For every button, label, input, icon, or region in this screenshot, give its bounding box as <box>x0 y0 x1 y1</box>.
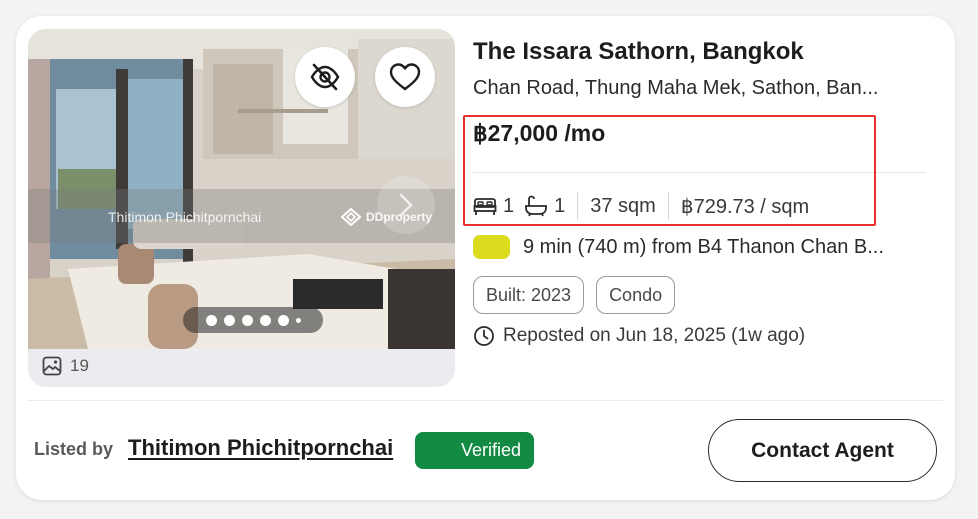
bedrooms-spec: 1 <box>473 195 514 218</box>
transit-line-badge <box>473 235 510 259</box>
bathrooms-value: 1 <box>554 194 566 217</box>
listing-card[interactable]: Thitimon Phichitpornchai DDproperty 19 T… <box>16 16 955 500</box>
carousel-dot[interactable] <box>241 314 253 326</box>
reposted-text: Reposted on Jun 18, 2025 (1w ago) <box>503 325 806 346</box>
photo-count[interactable]: 19 <box>42 356 89 376</box>
carousel-dot[interactable] <box>259 314 271 326</box>
contact-agent-button[interactable]: Contact Agent <box>708 419 937 482</box>
transit-text: 9 min (740 m) from B4 Thanon Chan B... <box>523 235 884 258</box>
ddproperty-logo-icon <box>340 207 362 227</box>
listing-media: Thitimon Phichitpornchai DDproperty 19 <box>28 29 455 387</box>
bathrooms-spec: 1 <box>524 195 565 218</box>
chevron-right-icon <box>399 193 413 217</box>
listed-by-label: Listed by <box>34 439 114 459</box>
listing-specs: 1 1 37 sqm ฿729.73 / sqm <box>473 191 809 221</box>
carousel-dot[interactable] <box>205 314 217 326</box>
favorite-button[interactable] <box>375 47 435 107</box>
verified-badge: Verified <box>415 432 534 469</box>
watermark-name: Thitimon Phichitpornchai <box>108 209 262 225</box>
carousel-dot[interactable] <box>295 317 301 323</box>
gallery-icon <box>42 356 62 376</box>
reposted-info: Reposted on Jun 18, 2025 (1w ago) <box>473 325 805 347</box>
tag-property-type: Condo <box>596 276 676 314</box>
carousel-dot[interactable] <box>223 314 235 326</box>
listing-price: ฿27,000 /mo <box>473 120 606 146</box>
agent-name-link[interactable]: Thitimon Phichitpornchai <box>128 435 393 461</box>
footer-divider <box>28 400 943 401</box>
price-divider <box>473 172 926 173</box>
hide-listing-button[interactable] <box>295 47 355 107</box>
transit-info: 9 min (740 m) from B4 Thanon Chan B... <box>473 235 884 259</box>
spec-separator <box>577 192 579 220</box>
carousel-dot[interactable] <box>277 314 289 326</box>
heart-icon <box>389 63 421 91</box>
listing-photo[interactable]: Thitimon Phichitpornchai DDproperty <box>28 29 455 349</box>
bedrooms-value: 1 <box>503 194 515 217</box>
price-per-sqm: ฿729.73 / sqm <box>680 195 810 218</box>
area-value: 37 sqm <box>590 194 656 217</box>
carousel-dots[interactable] <box>183 307 323 333</box>
bed-icon <box>473 198 497 215</box>
tag-built-year: Built: 2023 <box>473 276 585 314</box>
listing-address: Chan Road, Thung Maha Mek, Sathon, Ban..… <box>473 77 879 99</box>
listing-tags: Built: 2023 Condo <box>473 276 676 314</box>
spec-separator <box>667 192 669 220</box>
listing-title[interactable]: The Issara Sathorn, Bangkok <box>473 38 804 66</box>
hide-icon <box>310 63 340 91</box>
next-photo-button[interactable] <box>377 176 435 234</box>
bath-icon <box>525 195 548 217</box>
photo-count-value: 19 <box>70 356 89 375</box>
clock-icon <box>474 326 494 346</box>
